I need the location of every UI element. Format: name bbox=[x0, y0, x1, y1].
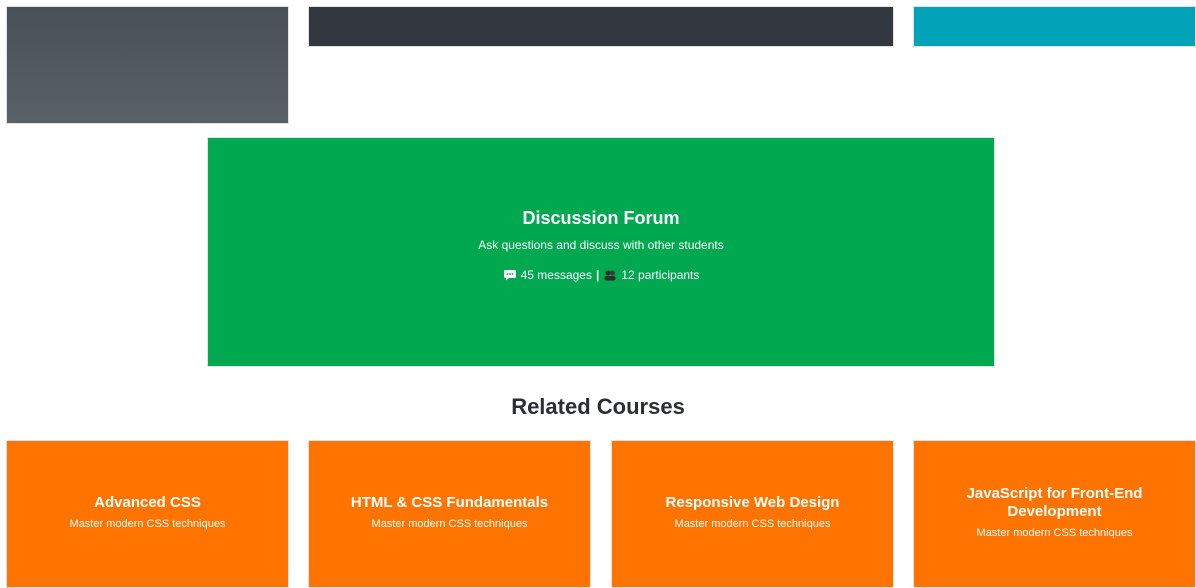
forum-title: Discussion Forum bbox=[522, 208, 680, 228]
course-title: HTML & CSS Fundamentals bbox=[350, 494, 549, 511]
messages-count: 45 messages bbox=[520, 268, 592, 282]
discussion-forum-card[interactable]: Discussion Forum Ask questions and discu… bbox=[207, 137, 995, 367]
course-description: Master modern CSS techniques bbox=[371, 518, 528, 530]
course-description: Master modern CSS techniques bbox=[69, 518, 226, 530]
related-courses-heading: Related Courses bbox=[511, 394, 685, 419]
course-description: Master modern CSS techniques bbox=[976, 527, 1133, 539]
course-card-advanced-css[interactable]: Advanced CSS Master modern CSS technique… bbox=[6, 440, 289, 588]
course-card-javascript-front-end[interactable]: JavaScript for Front-End Development Mas… bbox=[913, 440, 1196, 588]
course-card-html-css-fundamentals[interactable]: HTML & CSS Fundamentals Master modern CS… bbox=[308, 440, 591, 588]
stats-separator: | bbox=[595, 268, 600, 282]
course-card-responsive-web-design[interactable]: Responsive Web Design Master modern CSS … bbox=[611, 440, 894, 588]
course-title: JavaScript for Front-End Development bbox=[966, 485, 1143, 520]
participants-count: 12 participants bbox=[621, 268, 700, 282]
dark-tile[interactable] bbox=[308, 6, 894, 47]
course-title: Responsive Web Design bbox=[665, 494, 840, 511]
forum-stats: 45 messages | 12 participants bbox=[208, 268, 994, 282]
gray-tile[interactable] bbox=[6, 6, 289, 124]
course-description: Master modern CSS techniques bbox=[674, 518, 831, 530]
course-title: Advanced CSS bbox=[94, 494, 201, 511]
forum-description: Ask questions and discuss with other stu… bbox=[478, 238, 724, 252]
teal-tile[interactable] bbox=[913, 6, 1196, 47]
speech-bubble-icon bbox=[503, 270, 516, 281]
people-icon bbox=[604, 270, 616, 281]
